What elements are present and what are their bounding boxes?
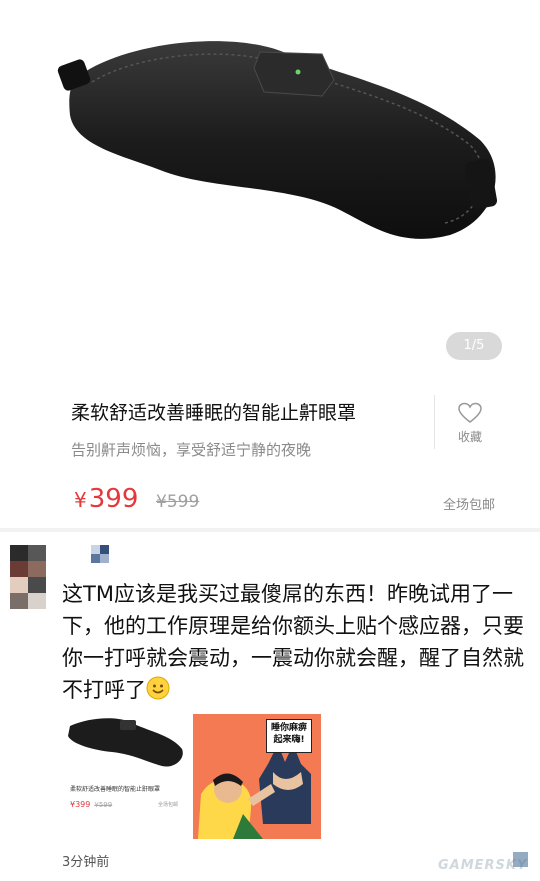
- speech-bubble: 睡你麻痹起来嗨!: [266, 719, 312, 753]
- thumbnail-product-title: 柔软舒适改善睡眠的智能止鼾眼罩: [70, 786, 161, 793]
- post-timestamp: 3分钟前: [62, 855, 110, 870]
- username-mosaic[interactable]: [91, 545, 109, 563]
- favorite-button[interactable]: 收藏: [450, 402, 490, 445]
- product-subtitle: 告别鼾声烦恼，享受舒适宁静的夜晚: [71, 441, 312, 459]
- product-title: 柔软舒适改善睡眠的智能止鼾眼罩: [71, 402, 357, 424]
- divider: [434, 395, 435, 449]
- sleep-mask-thumbnail: [68, 718, 183, 767]
- post-body: 这TM应该是我买过最傻屌的东西！昨晚试用了一下，他的工作原理是给你额头上贴个感应…: [62, 582, 524, 702]
- heart-icon: [458, 402, 482, 423]
- favorite-label: 收藏: [457, 430, 482, 444]
- sleep-mask-image: [57, 41, 498, 239]
- current-price: ¥399: [74, 484, 138, 514]
- image-counter-badge: 1/5: [446, 332, 502, 360]
- watermark-logo: [513, 852, 528, 867]
- shipping-label: 全场包邮: [443, 498, 496, 513]
- thumbnail-original-price: ¥599: [94, 801, 113, 809]
- post-text: 这TM应该是我买过最傻屌的东西！昨晚试用了一下，他的工作原理是给你额头上贴个感应…: [62, 578, 532, 709]
- avatar[interactable]: [10, 545, 46, 609]
- original-price: ¥599: [156, 492, 200, 512]
- thumbnail-price: ¥399 ¥599: [70, 800, 112, 809]
- currency-symbol: ¥: [74, 488, 87, 512]
- thumbnail-price-value: ¥399: [70, 800, 91, 809]
- post-image-product[interactable]: 柔软舒适改善睡眠的智能止鼾眼罩 ¥399 ¥599 全场包邮: [62, 714, 188, 839]
- section-separator: [0, 528, 540, 532]
- smile-emoji-icon: [146, 676, 170, 709]
- thumbnail-shipping: 全场包邮: [158, 802, 179, 808]
- price-value: 399: [88, 484, 139, 514]
- post-image-meme[interactable]: 睡你麻痹起来嗨!: [193, 714, 321, 839]
- product-image-carousel[interactable]: 1/5: [0, 0, 540, 375]
